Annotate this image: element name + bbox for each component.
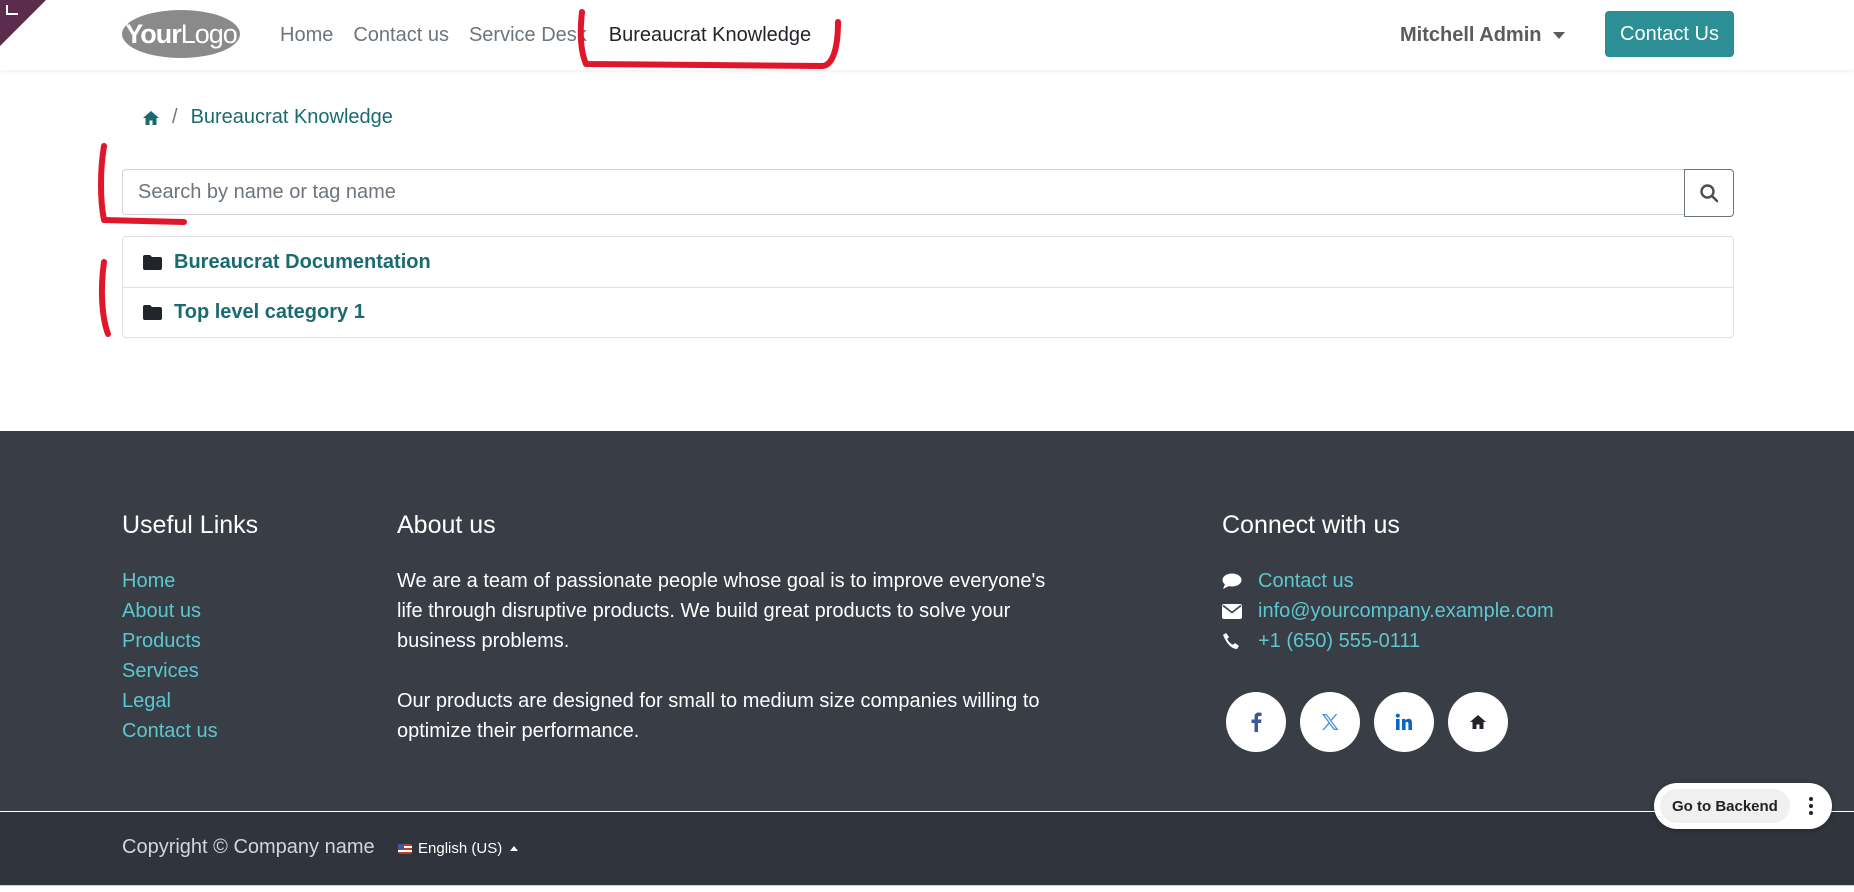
connect-contact: Contact us (1222, 566, 1554, 596)
caret-up-icon (510, 846, 519, 851)
footer-link-services[interactable]: Services (122, 656, 258, 686)
search-bar (122, 169, 1734, 217)
search-input[interactable] (122, 169, 1684, 215)
connect-title: Connect with us (1222, 511, 1400, 539)
folder-icon (143, 254, 162, 270)
footer-link-contact[interactable]: Contact us (122, 716, 258, 746)
search-button[interactable] (1684, 169, 1734, 217)
list-item[interactable]: Top level category 1 (123, 287, 1733, 337)
folder-icon (143, 305, 162, 320)
corner-arrow-icon (6, 5, 18, 15)
home-icon[interactable] (142, 110, 160, 126)
breadcrumb: / Bureaucrat Knowledge (142, 106, 393, 129)
go-to-backend-button[interactable]: Go to Backend (1660, 789, 1790, 823)
breadcrumb-separator: / (172, 106, 178, 128)
facebook-icon[interactable] (1226, 692, 1286, 752)
backend-switcher: Go to Backend (1654, 783, 1832, 829)
language-label: English (US) (418, 840, 503, 857)
useful-links-title: Useful Links (122, 511, 259, 539)
site-footer: Useful Links Home About us Products Serv… (0, 431, 1854, 811)
contact-us-button[interactable]: Contact Us (1605, 11, 1734, 57)
footer-link-home[interactable]: Home (122, 566, 258, 596)
copyright-text: Copyright © Company name (122, 836, 375, 858)
nav-home[interactable]: Home (280, 24, 333, 47)
footer-link-legal[interactable]: Legal (122, 686, 258, 716)
us-flag-icon (398, 843, 412, 854)
connect-with-us: Connect with us Contact us info@yourcomp… (1222, 511, 1554, 752)
main-nav: Home Contact us Service Desk Bureaucrat … (280, 0, 831, 70)
site-header: Your Logo Home Contact us Service Desk Bu… (0, 0, 1854, 70)
connect-phone: +1 (650) 555-0111 (1222, 626, 1554, 656)
breadcrumb-current[interactable]: Bureaucrat Knowledge (191, 106, 393, 129)
search-icon (1699, 183, 1719, 203)
about-title: About us (397, 511, 496, 539)
nav-contact-us[interactable]: Contact us (353, 24, 449, 47)
envelope-icon (1222, 603, 1258, 619)
useful-links: Useful Links Home About us Products Serv… (122, 511, 258, 746)
linkedin-icon[interactable] (1374, 692, 1434, 752)
connect-contact-link[interactable]: Contact us (1258, 570, 1354, 593)
category-list: Bureaucrat Documentation Top level categ… (122, 236, 1734, 338)
footer-link-products[interactable]: Products (122, 626, 258, 656)
about-us: About us We are a team of passionate peo… (397, 511, 1057, 776)
home-icon[interactable] (1448, 692, 1508, 752)
footer-link-about[interactable]: About us (122, 596, 258, 626)
x-twitter-icon[interactable] (1300, 692, 1360, 752)
category-label[interactable]: Top level category 1 (174, 301, 365, 324)
social-links (1222, 692, 1554, 752)
connect-email-link[interactable]: info@yourcompany.example.com (1258, 600, 1554, 623)
list-item[interactable]: Bureaucrat Documentation (123, 237, 1733, 287)
about-paragraph-2: Our products are designed for small to m… (397, 690, 1040, 742)
phone-icon (1222, 632, 1258, 650)
nav-bureaucrat-knowledge[interactable]: Bureaucrat Knowledge (609, 24, 811, 47)
connect-email: info@yourcompany.example.com (1222, 596, 1554, 626)
comment-icon (1222, 573, 1258, 590)
language-selector[interactable]: English (US) (398, 840, 519, 857)
caret-down-icon (1553, 31, 1566, 39)
footer-bottom-bar: Copyright © Company name English (US) (0, 812, 1854, 885)
kebab-menu-icon[interactable] (1798, 789, 1824, 823)
site-logo[interactable]: Your Logo (122, 10, 240, 58)
about-paragraph-1: We are a team of passionate people whose… (397, 570, 1046, 652)
nav-service-desk[interactable]: Service Desk (469, 24, 587, 47)
user-name: Mitchell Admin (1400, 23, 1542, 46)
category-label[interactable]: Bureaucrat Documentation (174, 251, 431, 274)
connect-phone-link[interactable]: +1 (650) 555-0111 (1258, 630, 1420, 653)
user-menu[interactable]: Mitchell Admin (1400, 0, 1566, 70)
